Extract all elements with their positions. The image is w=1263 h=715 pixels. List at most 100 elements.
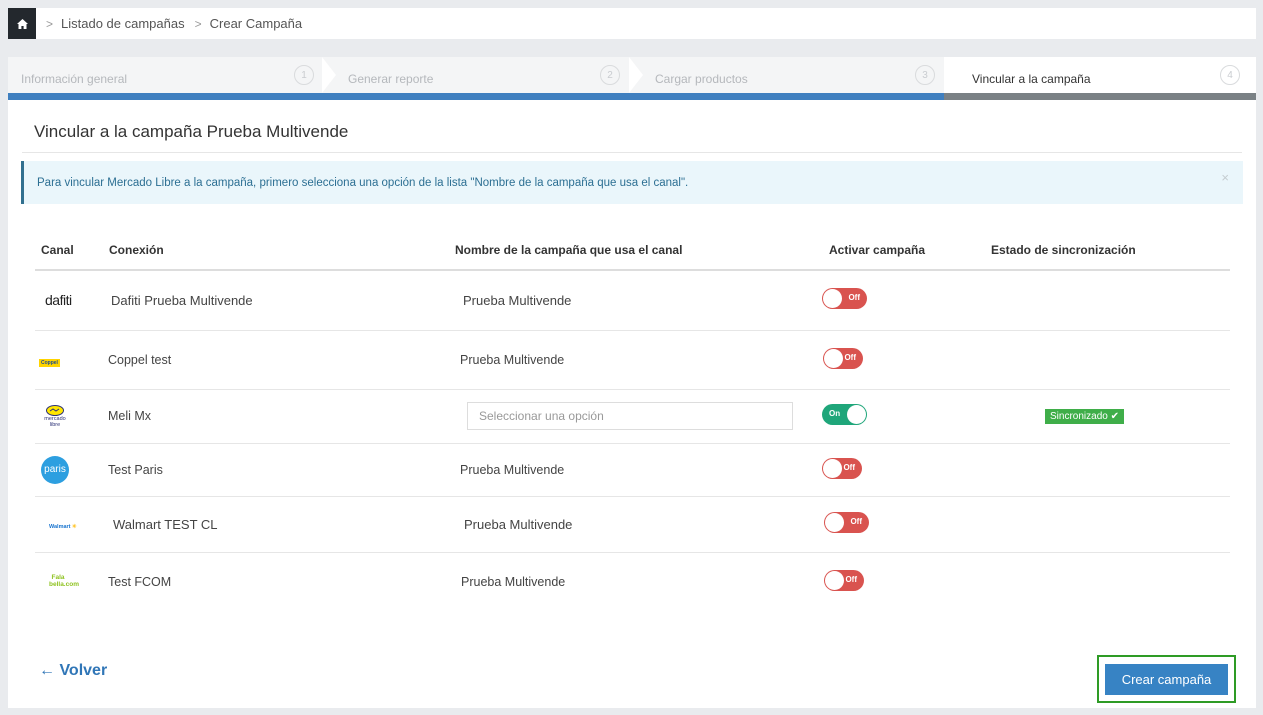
channel-logo-cell: Coppel <box>35 330 108 390</box>
campaign-name: Prueba Multivende <box>454 496 822 553</box>
toggle-knob <box>825 513 844 532</box>
sync-status <box>989 443 1230 497</box>
toggle-label: Off <box>850 517 862 526</box>
table-row: paris Test Paris Prueba Multivende Off <box>35 443 1230 497</box>
campaign-name: Prueba Multivende <box>454 270 822 331</box>
channel-logo-cell: Fala bella.com <box>35 552 108 612</box>
toggle-label: Off <box>844 352 856 362</box>
channels-table: Canal Conexión Nombre de la campaña que … <box>35 231 1230 612</box>
header-channel: Canal <box>35 231 108 271</box>
toggle-label: Off <box>845 574 857 584</box>
handshake-icon <box>46 404 64 416</box>
table-row: Coppel Coppel test Prueba Multivende Off <box>35 330 1230 390</box>
table-row: dafiti Dafiti Prueba Multivende Prueba M… <box>35 270 1230 331</box>
step-progress-bar <box>629 93 944 100</box>
step-divider <box>322 57 336 93</box>
campaign-toggle[interactable]: Off <box>823 347 863 369</box>
select-placeholder: Seleccionar una opción <box>479 409 604 423</box>
alert-text: Para vincular Mercado Libre a la campaña… <box>37 176 689 189</box>
toggle-label: On <box>829 409 841 418</box>
activate-cell: Off <box>822 443 989 497</box>
step-number: 2 <box>600 65 620 85</box>
breadcrumb-campaign-list[interactable]: Listado de campañas <box>61 16 185 31</box>
header-connection: Conexión <box>108 231 454 271</box>
campaign-name: Prueba Multivende <box>454 330 822 390</box>
table-row: Fala bella.com Test FCOM Prueba Multiven… <box>35 552 1230 612</box>
chevron-right-icon: > <box>194 16 202 31</box>
header-sync-status: Estado de sincronización <box>989 231 1230 271</box>
walmart-logo: Walmart ✳ <box>49 524 77 530</box>
create-campaign-button[interactable]: Crear campaña <box>1105 663 1228 695</box>
campaign-toggle[interactable]: On <box>822 404 867 425</box>
activate-cell: Off <box>822 330 989 390</box>
connection-name: Coppel test <box>108 330 454 390</box>
step-divider <box>629 57 643 93</box>
toggle-knob <box>823 458 842 478</box>
channel-logo-cell: mercado libre <box>35 389 108 444</box>
toggle-knob <box>823 289 842 309</box>
step-progress-bar <box>322 93 629 100</box>
step-number: 3 <box>915 65 935 85</box>
page-title: Vincular a la campaña Prueba Multivende <box>34 122 349 141</box>
create-campaign-highlight: Crear campaña <box>1097 655 1236 703</box>
channel-logo-cell: dafiti <box>35 270 108 331</box>
connection-name: Test Paris <box>108 443 454 497</box>
connection-name: Test FCOM <box>108 552 454 612</box>
step-link-campaign[interactable]: Vincular a la campaña 4 <box>944 57 1256 100</box>
toggle-label: Off <box>848 293 860 303</box>
footer: ← Volver Crear campaña <box>8 608 1256 708</box>
divider <box>22 152 1242 153</box>
coppel-logo: Coppel <box>39 358 60 367</box>
activate-cell: Off <box>822 270 989 331</box>
sync-status <box>989 330 1230 390</box>
back-button[interactable]: ← Volver <box>39 662 107 680</box>
breadcrumb: > Listado de campañas > Crear Campaña <box>8 8 1256 39</box>
campaign-toggle[interactable]: Off <box>824 512 869 533</box>
step-label: Cargar productos <box>655 71 748 86</box>
step-upload-products[interactable]: Cargar productos 3 <box>629 57 958 100</box>
activate-cell: Off <box>822 496 989 553</box>
activate-cell: On <box>822 389 989 444</box>
chevron-right-icon: > <box>46 16 54 31</box>
toggle-knob <box>825 570 844 590</box>
step-number: 1 <box>294 65 314 85</box>
connection-name: Dafiti Prueba Multivende <box>108 270 454 331</box>
step-generate-report[interactable]: Generar reporte 2 <box>322 57 643 100</box>
sync-cell: Sincronizado ✔ <box>989 389 1230 444</box>
dafiti-logo: dafiti <box>45 292 72 309</box>
info-alert: Para vincular Mercado Libre a la campaña… <box>21 161 1243 204</box>
sync-status <box>989 496 1230 553</box>
step-general-info[interactable]: Información general 1 <box>8 57 336 100</box>
campaign-toggle[interactable]: Off <box>822 288 867 310</box>
step-number: 4 <box>1220 65 1240 85</box>
step-label: Información general <box>21 71 128 86</box>
campaign-toggle[interactable]: Off <box>822 457 862 479</box>
paris-logo: paris <box>41 455 69 484</box>
connection-name: Meli Mx <box>108 389 454 444</box>
channel-logo-cell: Walmart ✳ <box>35 496 108 553</box>
step-label: Generar reporte <box>348 71 434 86</box>
wizard-stepper: Información general 1 Generar reporte 2 … <box>8 57 1256 100</box>
campaign-select[interactable]: Seleccionar una opción <box>467 402 793 430</box>
channel-logo-cell: paris <box>35 443 108 497</box>
table-row: mercado libre Meli Mx Seleccionar una op… <box>35 389 1230 444</box>
close-icon[interactable]: × <box>1221 170 1229 185</box>
step-label: Vincular a la campaña <box>972 71 1091 86</box>
sync-status <box>989 552 1230 612</box>
campaign-name: Prueba Multivende <box>454 443 822 497</box>
toggle-knob <box>847 405 866 424</box>
step-divider <box>944 57 958 93</box>
falabella-logo: Fala bella.com <box>49 574 79 588</box>
campaign-cell: Seleccionar una opción <box>454 389 822 444</box>
connection-name: Walmart TEST CL <box>108 496 454 553</box>
campaign-toggle[interactable]: Off <box>824 569 864 591</box>
home-icon[interactable] <box>8 8 36 39</box>
toggle-label: Off <box>843 462 855 472</box>
step-progress-bar <box>8 93 322 100</box>
sync-status <box>989 270 1230 331</box>
walmart-spark-icon: ✳ <box>72 524 77 530</box>
toggle-knob <box>824 348 843 368</box>
mercado-libre-logo: mercado libre <box>40 404 70 428</box>
step-progress-bar <box>944 93 1256 100</box>
header-campaign-name: Nombre de la campaña que usa el canal <box>454 231 822 271</box>
